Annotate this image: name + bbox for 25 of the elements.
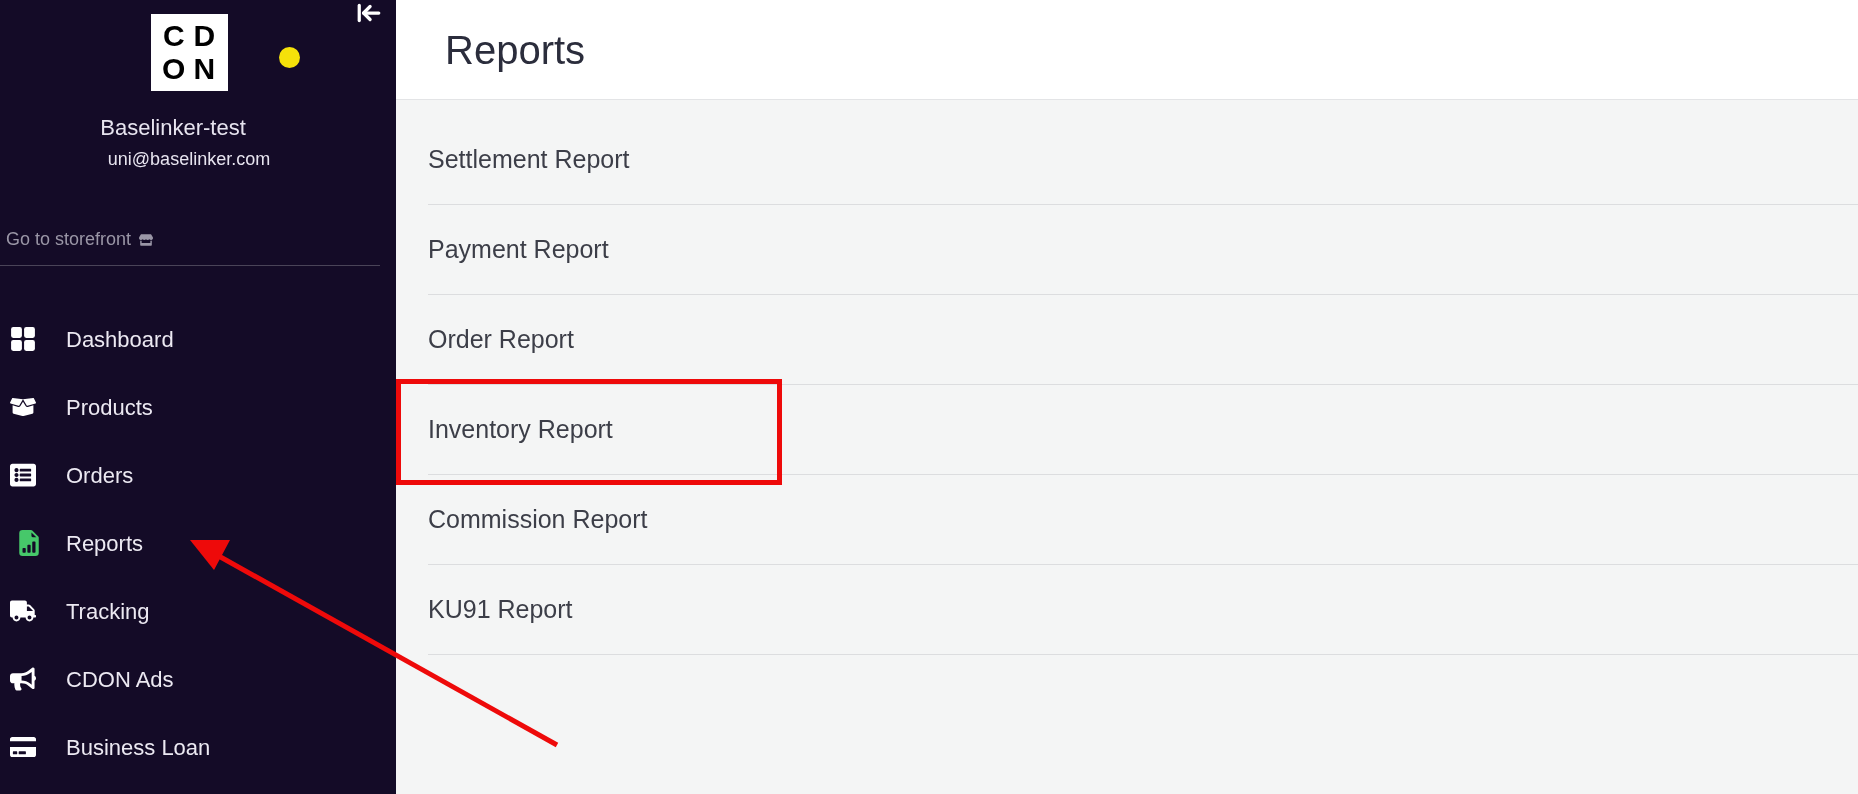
report-link[interactable]: Order Report [428, 295, 1858, 385]
megaphone-icon [10, 666, 36, 692]
grid-icon [10, 326, 36, 352]
sidebar-item[interactable]: Orders [0, 460, 396, 490]
sidebar-item[interactable]: Tracking [0, 596, 396, 626]
account-email: uni@baselinker.com [107, 147, 271, 170]
logo: C D O N [150, 14, 228, 91]
storefront-link[interactable]: Go to storefront [6, 226, 396, 253]
sidebar-item[interactable]: Dashboard [0, 324, 396, 354]
report-link[interactable]: Payment Report [428, 205, 1858, 295]
report-link[interactable]: Inventory Report [428, 385, 1858, 475]
sidebar-item[interactable]: CDON Ads [0, 664, 396, 694]
page-title: Reports [445, 26, 586, 74]
store-icon [139, 232, 154, 247]
credit-card-icon [10, 734, 36, 760]
truck-icon [10, 598, 36, 624]
sidebar-item[interactable]: Business Loan [0, 732, 396, 762]
report-link[interactable]: Settlement Report [428, 115, 1858, 205]
sidebar-item[interactable]: Reports [0, 528, 396, 558]
report-link[interactable]: KU91 Report [428, 565, 1858, 655]
list-icon [10, 462, 36, 488]
account-name: Baselinker-test [100, 114, 246, 142]
report-link[interactable]: Commission Report [428, 475, 1858, 565]
bar-chart-file-icon [16, 530, 42, 556]
sidebar-item[interactable]: Products [0, 392, 396, 422]
